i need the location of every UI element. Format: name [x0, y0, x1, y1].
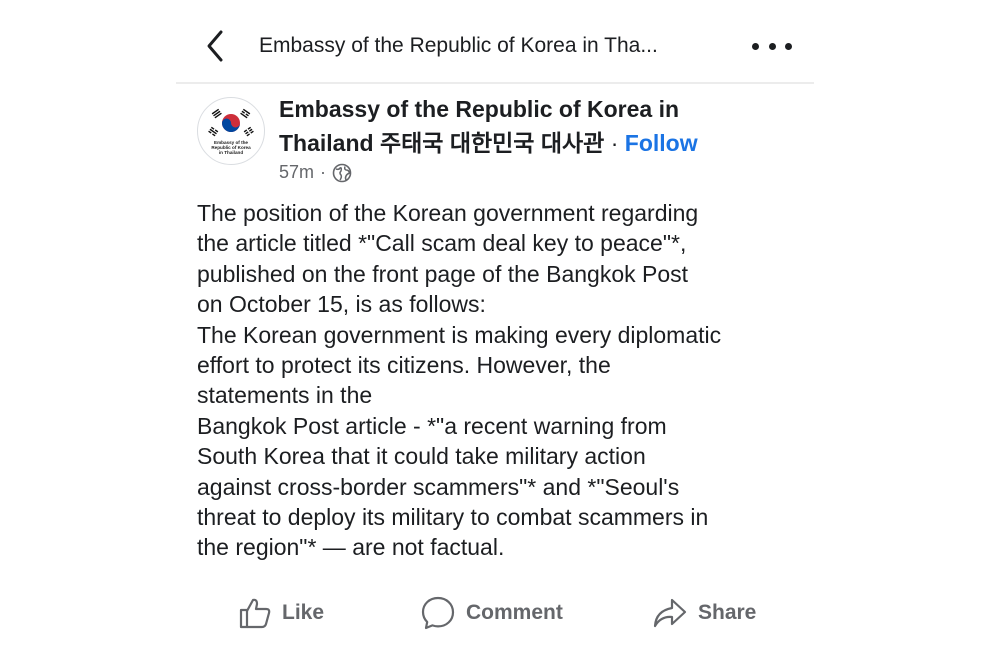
author-name-line-2-text[interactable]: Thailand 주태국 대한민국 대사관 — [279, 130, 604, 156]
korean-flag-seal-icon: Embassy of the Republic of Korea in Thai… — [208, 108, 254, 155]
body-line: threat to deploy its military to combat … — [197, 504, 709, 531]
meta-separator: · — [320, 162, 327, 182]
post-timestamp[interactable]: 57m — [279, 162, 314, 183]
post-author: Embassy of the Republic of Korea in Thai… — [279, 92, 749, 160]
svg-text:in Thailand: in Thailand — [219, 150, 243, 155]
share-label: Share — [698, 601, 757, 624]
body-line: the article titled *"Call scam deal key … — [197, 230, 687, 257]
share-arrow-icon — [653, 598, 687, 628]
follow-button[interactable]: Follow — [625, 130, 698, 156]
more-options-button[interactable] — [752, 36, 792, 56]
body-line: statements in the — [197, 382, 373, 409]
page-title: Embassy of the Republic of Korea in Tha.… — [259, 34, 658, 57]
action-bar: Like Comment Share — [176, 590, 814, 636]
body-line: South Korea that it could take military … — [197, 443, 646, 470]
globe-icon — [332, 163, 352, 182]
author-name-line-1[interactable]: Embassy of the Republic of Korea in — [279, 92, 749, 126]
like-label: Like — [282, 601, 325, 624]
thumbs-up-icon — [239, 598, 271, 629]
body-line: The position of the Korean government re… — [197, 200, 699, 226]
body-line: on October 15, is as follows: — [197, 291, 486, 318]
speech-bubble-icon — [421, 596, 455, 630]
share-button[interactable]: Share — [652, 590, 756, 636]
dot-separator: · — [604, 130, 625, 156]
body-line: effort to protect its citizens. However,… — [197, 352, 611, 379]
post-page: Embassy of the Republic of Korea in Tha.… — [0, 0, 990, 660]
comment-label: Comment — [466, 601, 563, 624]
post-body: The position of the Korean government re… — [197, 198, 807, 563]
post-meta: 57m · — [279, 162, 352, 183]
body-line: Bangkok Post article - *"a recent warnin… — [197, 412, 667, 439]
top-bar: Embassy of the Republic of Korea in Tha.… — [176, 0, 814, 84]
comment-button[interactable]: Comment — [420, 590, 563, 636]
chevron-left-icon — [207, 30, 223, 62]
avatar[interactable]: Embassy of the Republic of Korea in Thai… — [197, 97, 265, 165]
body-line: The Korean government is making every di… — [197, 321, 722, 348]
like-button[interactable]: Like — [238, 590, 324, 636]
author-name-line-2: Thailand 주태국 대한민국 대사관 · Follow — [279, 126, 749, 160]
body-line: the region"* — are not factual. — [197, 534, 505, 561]
body-line: against cross-border scammers"* and *"Se… — [197, 473, 680, 500]
body-line: published on the front page of the Bangk… — [197, 260, 689, 287]
more-dots-icon — [752, 42, 759, 50]
back-button[interactable] — [198, 28, 232, 64]
